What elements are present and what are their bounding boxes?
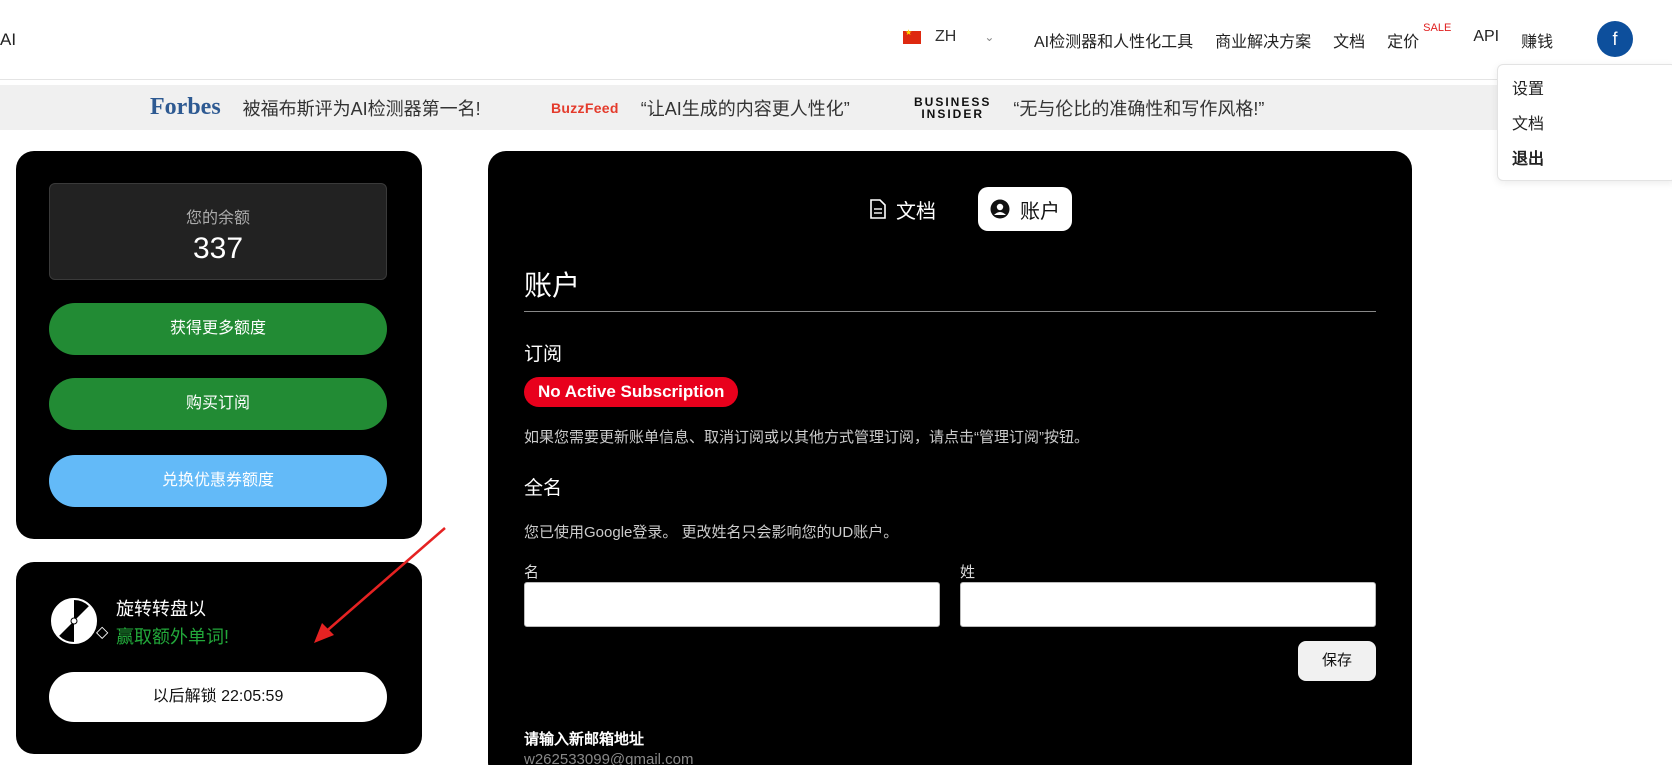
press-item-buzzfeed: BuzzFeed “让AI生成的内容更人性化” [551, 85, 850, 130]
email-value[interactable]: w262533099@gmail.com [524, 751, 694, 765]
sale-badge: SALE [1423, 22, 1452, 34]
document-icon [870, 199, 886, 219]
first-name-input[interactable] [524, 582, 940, 627]
email-label: 请输入新邮箱地址 [524, 731, 645, 748]
panel-tabs: 文档 账户 [858, 187, 1072, 231]
press-quote-forbes: 被福布斯评为AI检测器第一名! [242, 98, 481, 119]
menu-item-docs[interactable]: 文档 [1512, 110, 1662, 145]
balance-box: 您的余额 337 [49, 183, 387, 280]
nav-pricing-label: 定价 [1387, 34, 1420, 51]
avatar[interactable]: f [1597, 21, 1633, 57]
buy-subscription-button[interactable]: 购买订阅 [49, 378, 387, 430]
buzzfeed-logo: BuzzFeed [551, 99, 619, 116]
menu-item-settings[interactable]: 设置 [1512, 75, 1662, 110]
balance-label: 您的余额 [185, 210, 250, 227]
save-button[interactable]: 保存 [1298, 641, 1376, 681]
nav-api[interactable]: API [1473, 28, 1499, 52]
press-quote-business-insider: “无与伦比的准确性和写作风格!” [1013, 98, 1265, 119]
language-selector[interactable]: ZH ⌄ [903, 28, 994, 46]
tab-documents-label: 文档 [896, 200, 936, 223]
press-item-business-insider: BUSINESS INSIDER “无与伦比的准确性和写作风格!” [914, 85, 1264, 130]
top-bar: AI ZH ⌄ AI检测器和人性化工具 商业解决方案 文档 定价SALE API… [0, 0, 1672, 80]
user-circle-icon [990, 199, 1010, 219]
subscription-status-badge: No Active Subscription [524, 377, 739, 407]
account-dropdown: 设置 文档 退出 [1497, 64, 1672, 181]
nav-pricing[interactable]: 定价SALE [1387, 22, 1451, 52]
redeem-coupon-button[interactable]: 兑换优惠券额度 [49, 455, 387, 507]
subscription-note: 如果您需要更新账单信息、取消订阅或以其他方式管理订阅，请点击“管理订阅”按钮。 [524, 429, 1089, 446]
nav-earn-money[interactable]: 赚钱 [1521, 28, 1553, 52]
nav-business-solutions[interactable]: 商业解决方案 [1215, 28, 1311, 52]
get-more-credits-button[interactable]: 获得更多额度 [49, 303, 387, 355]
forbes-logo: Forbes [150, 94, 221, 120]
press-quote-buzzfeed: “让AI生成的内容更人性化” [640, 98, 850, 119]
spin-wheel-icon [51, 598, 97, 644]
page: AI ZH ⌄ AI检测器和人性化工具 商业解决方案 文档 定价SALE API… [0, 0, 1672, 765]
last-name-input[interactable] [960, 582, 1376, 627]
title-divider [524, 311, 1376, 312]
annotation-arrow-icon [314, 527, 446, 643]
bi-logo-line2: INSIDER [921, 106, 985, 121]
chevron-down-icon: ⌄ [984, 30, 995, 44]
fullname-note: 您已使用Google登录。 更改姓名只会影响您的UD账户。 [524, 524, 899, 541]
tab-account[interactable]: 账户 [978, 187, 1072, 231]
first-name-label: 名 [524, 564, 540, 581]
main-nav: AI检测器和人性化工具 商业解决方案 文档 定价SALE API 赚钱 [1034, 22, 1575, 52]
last-name-label: 姓 [960, 564, 976, 581]
tab-account-label: 账户 [1020, 200, 1060, 223]
spin-title: 旋转转盘以 [116, 599, 206, 619]
unlock-later-button[interactable]: 以后解锁 22:05:59 [49, 672, 387, 722]
fullname-heading: 全名 [524, 478, 563, 499]
language-label: ZH [935, 28, 957, 45]
press-item-forbes: Forbes 被福布斯评为AI检测器第一名! [150, 85, 481, 130]
account-panel: 文档 账户 账户 订阅 No Active Subscription 如果您需要… [488, 151, 1412, 765]
nav-detector-tools[interactable]: AI检测器和人性化工具 [1034, 28, 1193, 52]
subscription-heading: 订阅 [524, 344, 563, 365]
business-insider-logo: BUSINESS INSIDER [914, 96, 991, 120]
brand-logo[interactable]: AI [0, 30, 16, 50]
page-title: 账户 [524, 270, 581, 301]
credits-card: 您的余额 337 获得更多额度 购买订阅 兑换优惠券额度 [16, 151, 422, 539]
spin-subtitle: 赢取额外单词! [116, 627, 230, 647]
nav-docs[interactable]: 文档 [1333, 28, 1365, 52]
china-flag-icon [903, 28, 921, 44]
diamond-icon: ◇ [96, 624, 109, 641]
balance-value: 337 [192, 232, 244, 265]
press-strip: Forbes 被福布斯评为AI检测器第一名! BuzzFeed “让AI生成的内… [0, 85, 1672, 130]
menu-item-logout[interactable]: 退出 [1512, 145, 1662, 180]
tab-documents[interactable]: 文档 [858, 187, 948, 231]
